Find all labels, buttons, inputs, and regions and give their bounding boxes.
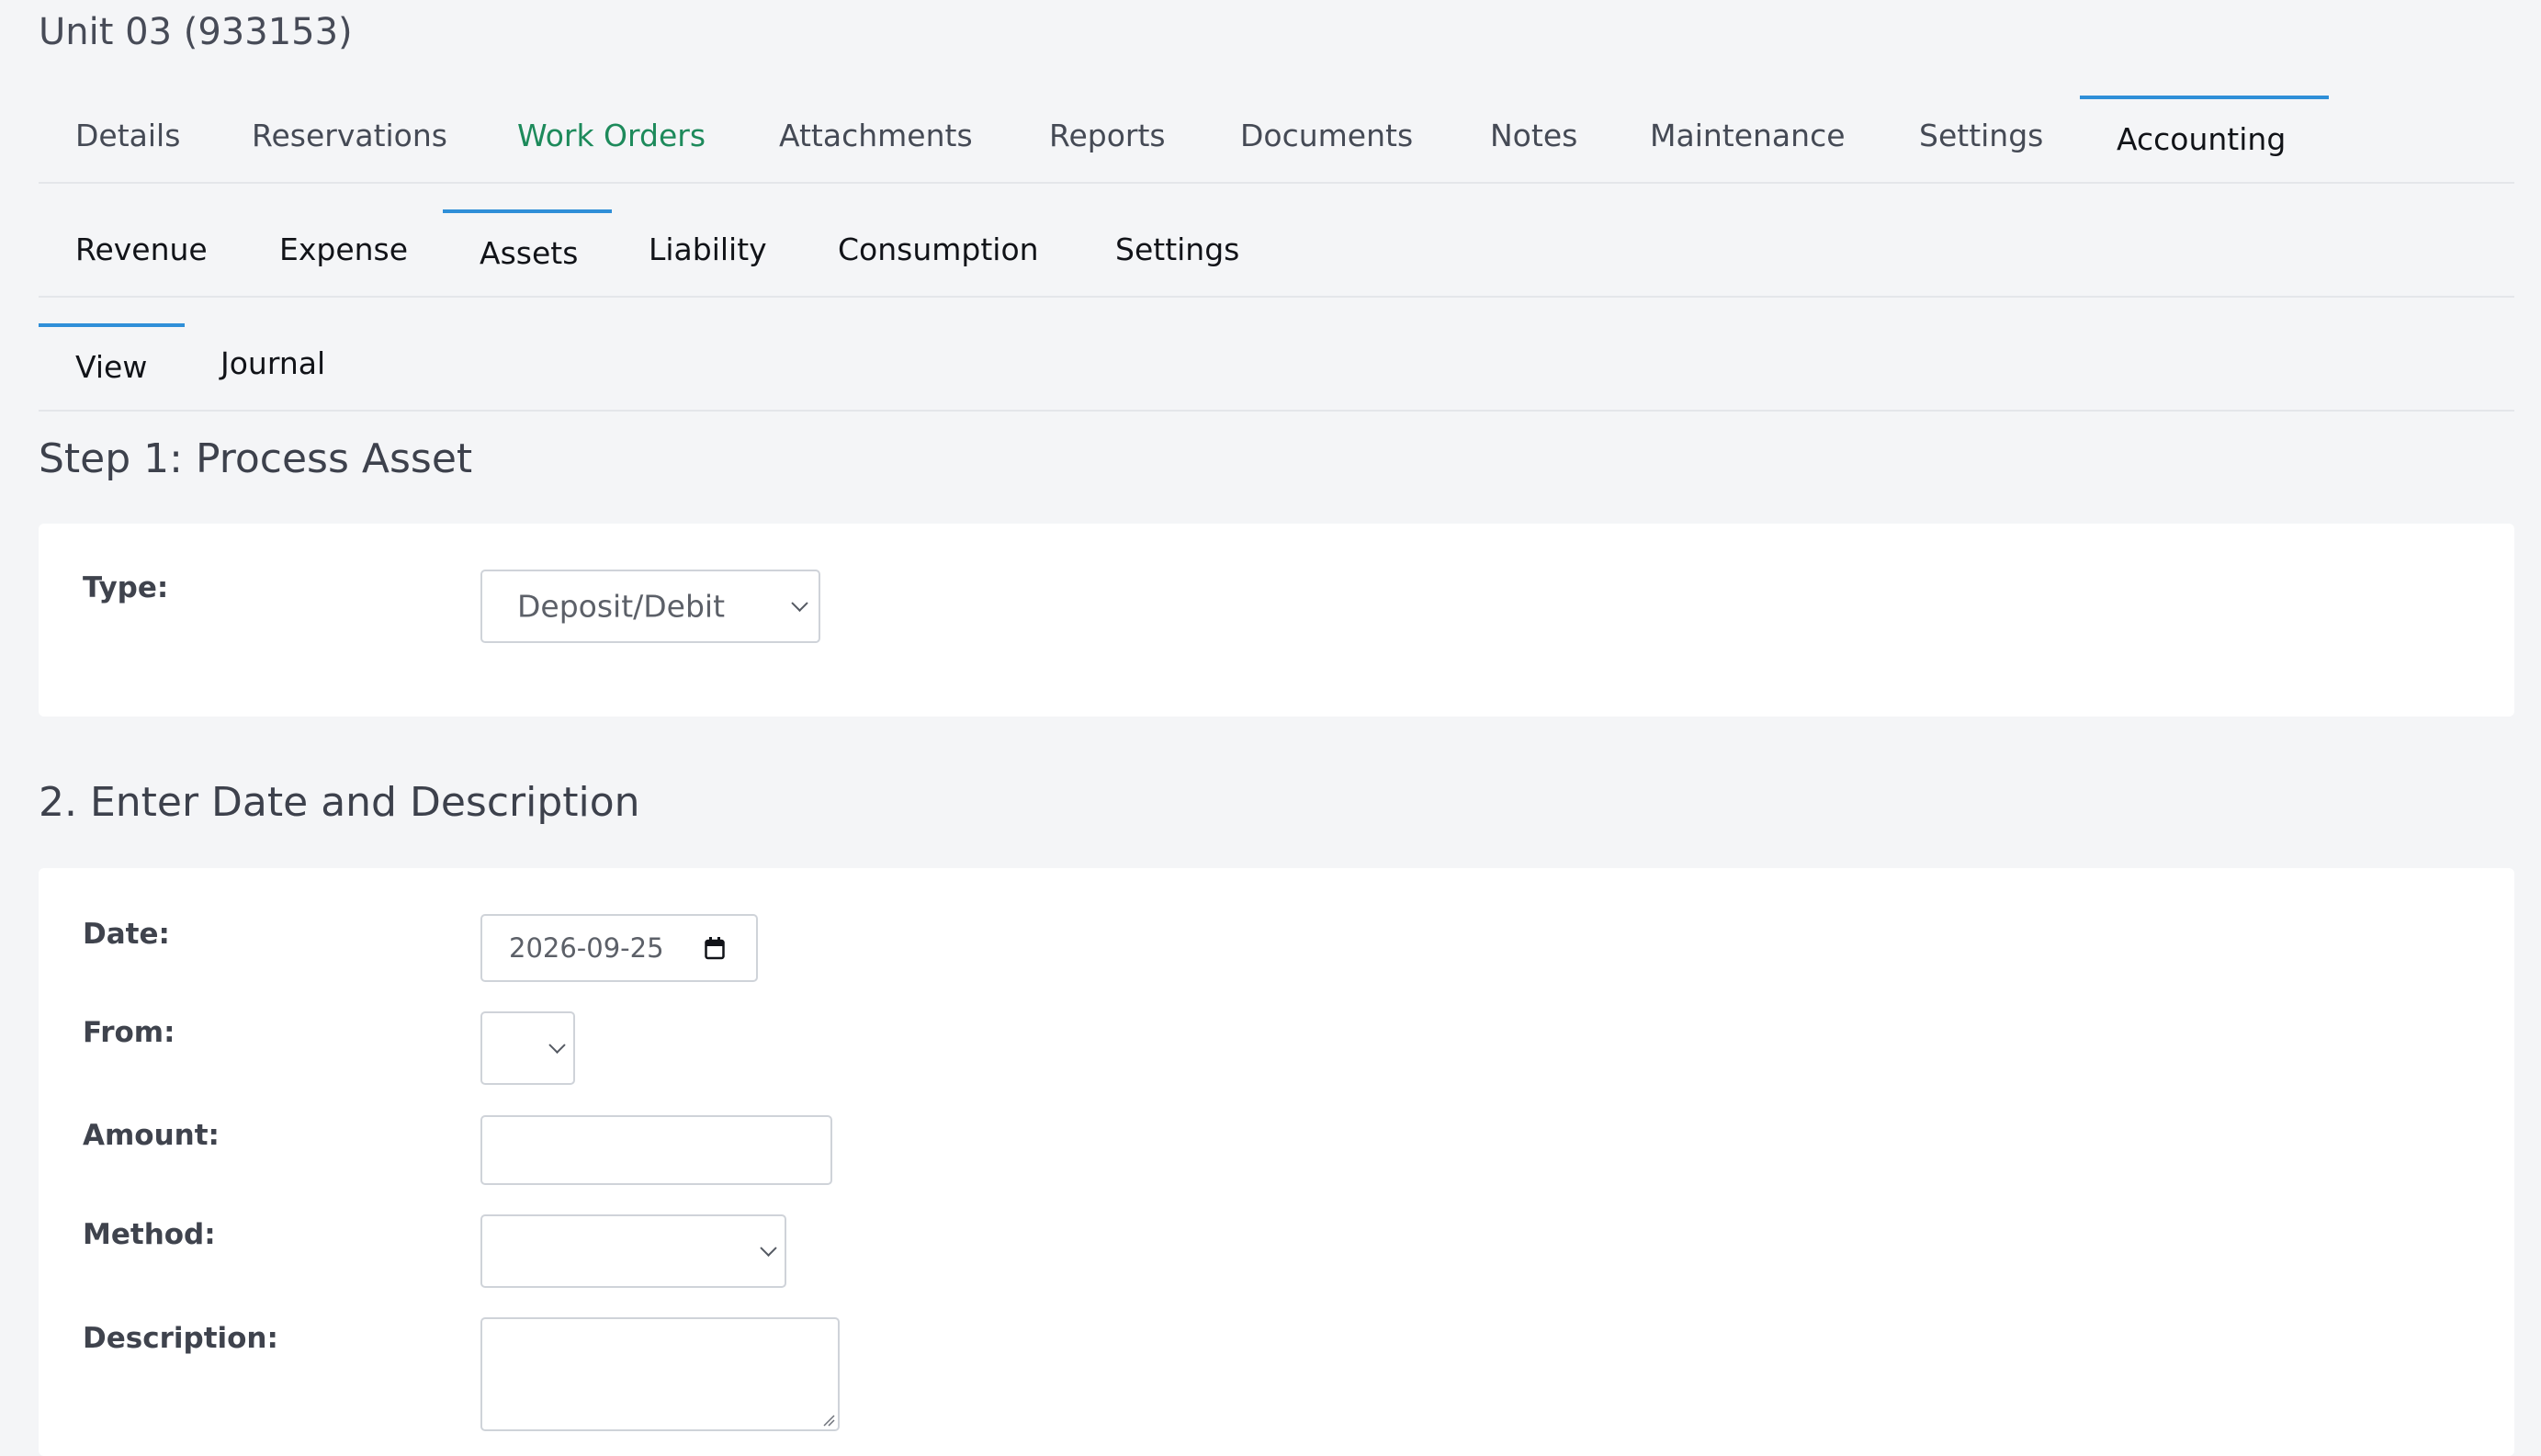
tab-details[interactable]: Details <box>75 118 180 153</box>
step2-title: 2. Enter Date and Description <box>39 779 640 826</box>
from-label: From: <box>83 1016 175 1049</box>
chevron-down-icon <box>760 1239 777 1257</box>
tab-maintenance[interactable]: Maintenance <box>1650 118 1846 153</box>
date-description-card: Date: 2026-09-25 From: Amount: Method: D… <box>39 868 2514 1456</box>
tab-view[interactable]: View <box>75 349 147 385</box>
step1-title: Step 1: Process Asset <box>39 435 473 482</box>
tab-expense[interactable]: Expense <box>279 231 408 267</box>
tab-notes[interactable]: Notes <box>1490 118 1577 153</box>
method-select[interactable] <box>480 1214 786 1288</box>
process-asset-card: Type: Deposit/Debit <box>39 524 2514 717</box>
tab-revenue[interactable]: Revenue <box>75 231 208 267</box>
description-label: Description: <box>83 1322 278 1355</box>
type-select[interactable]: Deposit/Debit <box>480 570 820 643</box>
tab-assets[interactable]: Assets <box>480 235 578 271</box>
description-textarea[interactable] <box>480 1317 840 1431</box>
chevron-down-icon <box>791 594 808 612</box>
amount-input[interactable] <box>480 1115 832 1185</box>
resize-handle-icon[interactable] <box>822 1414 835 1427</box>
amount-label: Amount: <box>83 1119 220 1152</box>
method-label: Method: <box>83 1218 216 1251</box>
calendar-icon[interactable] <box>705 936 725 960</box>
active-subtab-indicator <box>443 209 612 213</box>
tab-accounting-settings[interactable]: Settings <box>1115 231 1239 267</box>
tab-liability[interactable]: Liability <box>649 231 767 267</box>
active-tab-indicator <box>2080 96 2329 99</box>
active-asset-tab-indicator <box>39 323 185 327</box>
chevron-down-icon <box>548 1036 566 1054</box>
tab-documents[interactable]: Documents <box>1240 118 1413 153</box>
date-input[interactable]: 2026-09-25 <box>480 914 758 982</box>
accounting-tab-bar: Revenue Expense Assets Liability Consump… <box>39 182 2514 298</box>
asset-tab-bar: View Journal <box>39 296 2514 412</box>
date-label: Date: <box>83 918 170 951</box>
from-select[interactable] <box>480 1011 575 1085</box>
tab-attachments[interactable]: Attachments <box>779 118 973 153</box>
type-label: Type: <box>83 571 169 604</box>
date-input-value: 2026-09-25 <box>509 932 664 964</box>
main-tab-bar: Details Reservations Work Orders Attachm… <box>39 68 2514 184</box>
type-select-value: Deposit/Debit <box>517 588 726 625</box>
tab-settings[interactable]: Settings <box>1919 118 2043 153</box>
tab-accounting[interactable]: Accounting <box>2117 121 2286 157</box>
tab-reports[interactable]: Reports <box>1049 118 1166 153</box>
page-title: Unit 03 (933153) <box>39 11 353 53</box>
tab-journal[interactable]: Journal <box>220 345 325 381</box>
tab-work-orders[interactable]: Work Orders <box>517 118 706 153</box>
tab-consumption[interactable]: Consumption <box>838 231 1039 267</box>
tab-reservations[interactable]: Reservations <box>252 118 447 153</box>
